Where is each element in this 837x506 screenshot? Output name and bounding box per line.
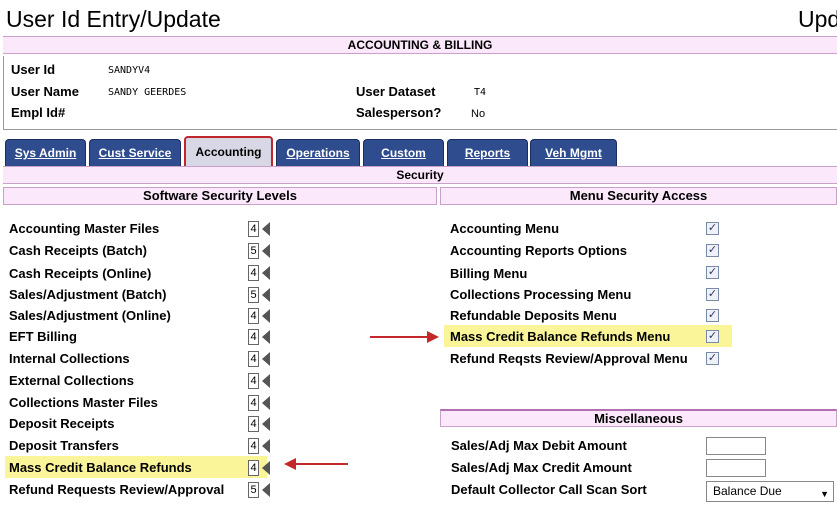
menu-item-label: Accounting Reports Options	[450, 243, 627, 258]
tab-reports[interactable]: Reports	[447, 139, 528, 166]
left-triangle-icon[interactable]	[262, 222, 270, 236]
user-id-value: SANDYV4	[108, 65, 151, 76]
level-item-label: Collections Master Files	[9, 395, 158, 410]
arrow-head-left-icon	[284, 458, 296, 470]
left-triangle-icon[interactable]	[262, 374, 270, 388]
menu-item-label: Refundable Deposits Menu	[450, 308, 617, 323]
check-icon[interactable]: ✓	[706, 244, 719, 257]
level-item-label: Mass Credit Balance Refunds	[9, 460, 192, 475]
level-item-label: Deposit Transfers	[9, 438, 119, 453]
max-debit-label: Sales/Adj Max Debit Amount	[451, 438, 627, 453]
window-title: User Id Entry/Update	[6, 6, 221, 32]
level-field[interactable]: 4	[248, 308, 259, 324]
user-dataset-value: T4	[474, 87, 487, 98]
user-dataset-label: User Dataset	[356, 84, 436, 99]
scan-sort-value: Balance Due	[713, 484, 782, 498]
left-triangle-icon[interactable]	[262, 266, 270, 280]
level-field[interactable]: 4	[248, 221, 259, 237]
level-field[interactable]: 4	[248, 438, 259, 454]
level-item-label: Internal Collections	[9, 351, 130, 366]
level-field[interactable]: 4	[248, 460, 259, 476]
left-triangle-icon[interactable]	[262, 461, 270, 475]
check-icon[interactable]: ✓	[706, 330, 719, 343]
window-title-right: Upd	[798, 6, 837, 32]
level-item-label: Cash Receipts (Online)	[9, 266, 152, 281]
arrow-head-right-icon	[427, 331, 439, 343]
left-triangle-icon[interactable]	[262, 244, 270, 258]
salesperson-value: No	[471, 108, 486, 120]
max-credit-label: Sales/Adj Max Credit Amount	[451, 460, 632, 475]
scan-sort-label: Default Collector Call Scan Sort	[451, 482, 647, 497]
tab-bar: Sys Admin Cust Service Accounting Operat…	[3, 134, 837, 166]
menu-item-label: Collections Processing Menu	[450, 287, 632, 302]
left-triangle-icon[interactable]	[262, 396, 270, 410]
level-field[interactable]: 5	[248, 243, 259, 259]
user-id-label: User Id	[11, 62, 56, 77]
tab-sys-admin[interactable]: Sys Admin	[5, 139, 86, 166]
arrow-shaft	[296, 463, 348, 465]
level-field[interactable]: 4	[248, 265, 259, 281]
level-item-label: EFT Billing	[9, 329, 77, 344]
tab-operations[interactable]: Operations	[276, 139, 360, 166]
level-item-label: Sales/Adjustment (Batch)	[9, 287, 167, 302]
level-field[interactable]: 5	[248, 287, 259, 303]
chevron-down-icon[interactable]: ▼	[820, 485, 829, 504]
salesperson-label: Salesperson?	[356, 105, 442, 120]
user-name-label: User Name	[11, 84, 79, 99]
level-item-label: Accounting Master Files	[9, 221, 160, 236]
menu-item-label: Accounting Menu	[450, 221, 560, 236]
software-levels-header: Software Security Levels	[3, 187, 437, 205]
level-item-label: Deposit Receipts	[9, 416, 115, 431]
level-field[interactable]: 4	[248, 395, 259, 411]
tab-cust-service[interactable]: Cust Service	[89, 139, 181, 166]
title-bar: User Id Entry/Update Upd	[0, 0, 837, 34]
level-field[interactable]: 4	[248, 351, 259, 367]
section-header: ACCOUNTING & BILLING	[3, 36, 837, 54]
user-info-panel: User Id SANDYV4 User Name SANDY GEERDES …	[3, 56, 837, 130]
tab-custom[interactable]: Custom	[363, 139, 444, 166]
max-debit-input[interactable]	[706, 437, 766, 455]
check-icon[interactable]: ✓	[706, 222, 719, 235]
level-field[interactable]: 4	[248, 373, 259, 389]
level-item-label: Cash Receipts (Batch)	[9, 243, 147, 258]
level-field[interactable]: 4	[248, 416, 259, 432]
level-item-label: External Collections	[9, 373, 134, 388]
left-triangle-icon[interactable]	[262, 330, 270, 344]
tab-accounting[interactable]: Accounting	[184, 136, 273, 166]
arrow-shaft	[370, 336, 428, 338]
tab-veh-mgmt[interactable]: Veh Mgmt	[530, 139, 617, 166]
menu-item-label: Billing Menu	[450, 266, 528, 281]
menu-item-label: Mass Credit Balance Refunds Menu	[450, 329, 671, 344]
menu-item-label: Refund Reqsts Review/Approval Menu	[450, 351, 688, 366]
menu-access-header: Menu Security Access	[440, 187, 837, 205]
check-icon[interactable]: ✓	[706, 266, 719, 279]
empl-id-label: Empl Id#	[11, 105, 66, 120]
security-header: Security	[3, 166, 837, 184]
left-triangle-icon[interactable]	[262, 309, 270, 323]
level-field[interactable]: 4	[248, 329, 259, 345]
scan-sort-select[interactable]: Balance Due ▼	[706, 481, 834, 502]
check-icon[interactable]: ✓	[706, 288, 719, 301]
misc-header: Miscellaneous	[440, 409, 837, 427]
user-name-value: SANDY GEERDES	[108, 87, 187, 98]
level-item-label: Refund Requests Review/Approval	[9, 482, 225, 497]
left-triangle-icon[interactable]	[262, 439, 270, 453]
left-triangle-icon[interactable]	[262, 288, 270, 302]
level-field[interactable]: 5	[248, 482, 259, 498]
left-triangle-icon[interactable]	[262, 417, 270, 431]
left-triangle-icon[interactable]	[262, 483, 270, 497]
level-item-label: Sales/Adjustment (Online)	[9, 308, 171, 323]
check-icon[interactable]: ✓	[706, 352, 719, 365]
check-icon[interactable]: ✓	[706, 309, 719, 322]
left-triangle-icon[interactable]	[262, 352, 270, 366]
max-credit-input[interactable]	[706, 459, 766, 477]
